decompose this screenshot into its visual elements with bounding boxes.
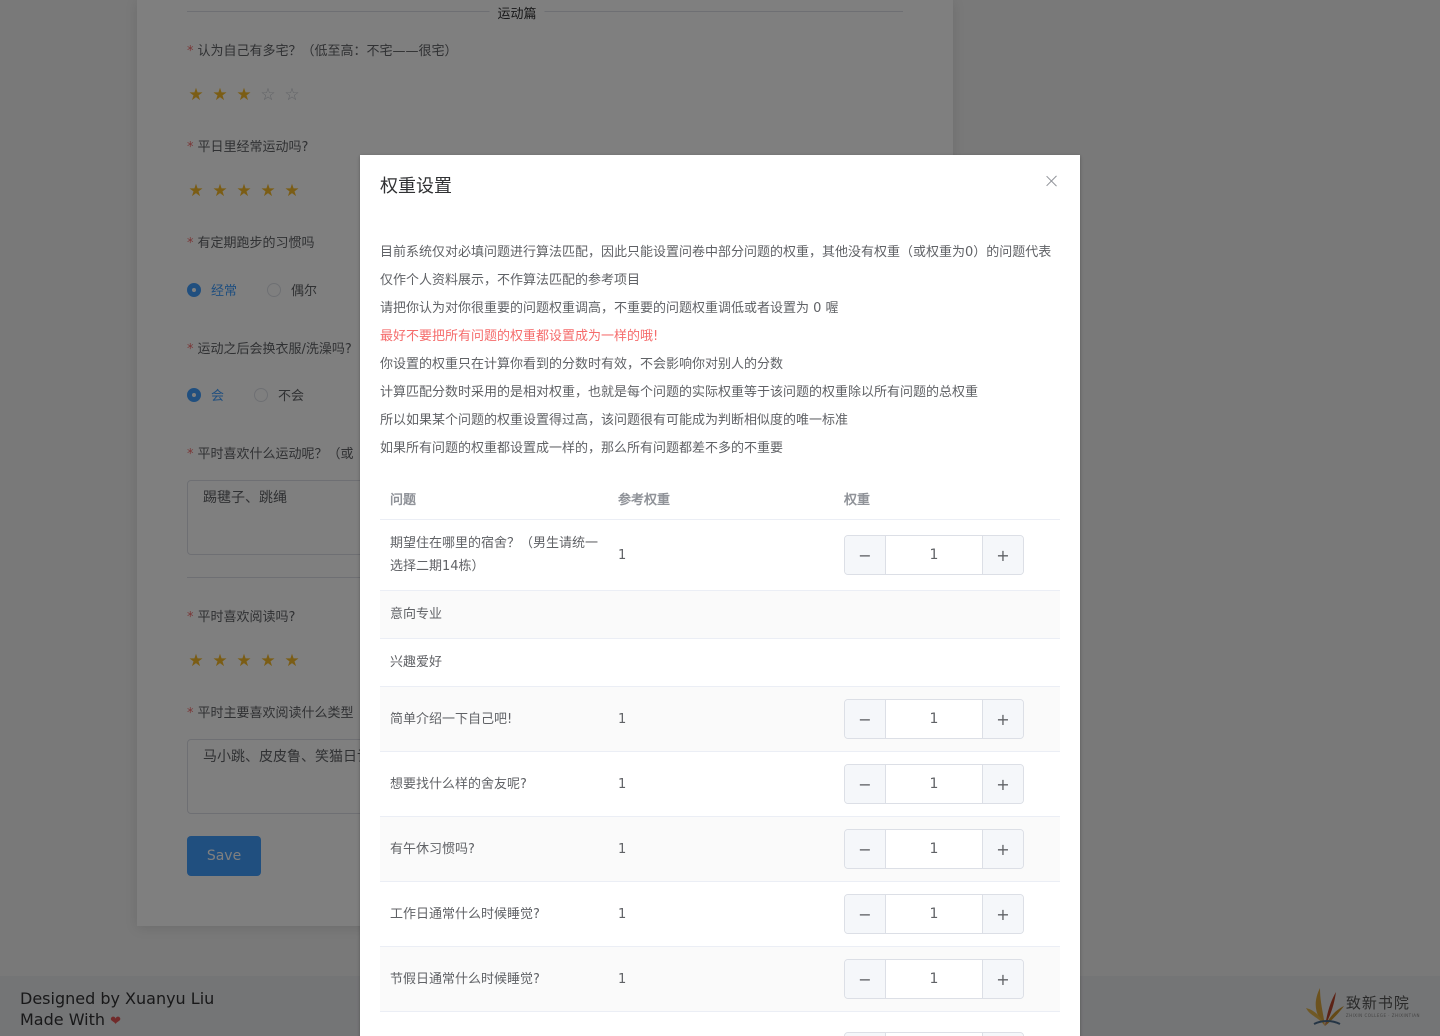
table-row: 简单介绍一下自己吧! 1−1 + [380, 687, 1060, 752]
row-ref-weight: 1 [618, 906, 627, 922]
table-row: 工作日通常什么时候睡觉? 1−1 + [380, 882, 1060, 947]
table-row: 想要找什么样的舍友呢? 1−1 + [380, 752, 1060, 817]
weight-stepper[interactable]: −1 + [844, 535, 1024, 575]
weight-table: 问题 参考权重 权重 期望住在哪里的宿舍？（男生请统一选择二期14栋） 1−1 + 意… [380, 477, 1060, 1036]
increase-button[interactable]: + [982, 830, 1023, 868]
intro-line: 计算匹配分数时采用的是相对权重，也就是每个问题的实际权重等于该问题的权重除以所有… [380, 385, 979, 400]
increase-button[interactable]: + [982, 960, 1023, 998]
row-ref-weight: 1 [618, 776, 627, 792]
decrease-button[interactable]: − [845, 700, 886, 738]
row-ref-weight: 1 [618, 971, 627, 987]
header-ref-weight: 参考权重 [618, 492, 671, 508]
weight-input[interactable] [886, 1033, 982, 1036]
weight-input[interactable]: 1 [886, 830, 982, 868]
intro-line: 如果所有问题的权重都设置成一样的，那么所有问题都差不多的不重要 [380, 441, 784, 456]
intro-line: 所以如果某个问题的权重设置得过高，该问题很有可能成为判断相似度的唯一标准 [380, 413, 849, 428]
decrease-button[interactable]: − [845, 895, 886, 933]
intro-line: 请把你认为对你很重要的问题权重调高，不重要的问题权重调低或者设置为 0 喔 [380, 301, 839, 316]
table-row: 意向专业 [380, 591, 1060, 639]
weight-stepper[interactable]: −1 + [844, 829, 1024, 869]
row-question: 简单介绍一下自己吧! [390, 711, 513, 727]
increase-button[interactable]: + [982, 536, 1023, 574]
increase-button[interactable]: + [982, 765, 1023, 803]
row-question: 节假日通常什么时候睡觉? [390, 971, 540, 987]
weight-stepper[interactable]: −+ [844, 1031, 1024, 1036]
table-body: 期望住在哪里的宿舍？（男生请统一选择二期14栋） 1−1 + 意向专业 兴趣爱好 简单介绍… [380, 520, 1060, 1036]
table-row: 节假日通常什么时候睡觉? 1−1 + [380, 947, 1060, 1012]
decrease-button[interactable]: − [845, 830, 886, 868]
row-ref-weight: 1 [618, 547, 627, 563]
row-question: 有午休习惯吗? [390, 841, 475, 857]
table-row: 期望住在哪里的宿舍？（男生请统一选择二期14栋） 1−1 + [380, 520, 1060, 591]
intro-line: 你设置的权重只在计算你看到的分数时有效，不会影响你对别人的分数 [380, 357, 784, 372]
row-weight-cell: −1 + [844, 894, 1060, 934]
weight-input[interactable]: 1 [886, 536, 982, 574]
weight-stepper[interactable]: −1 + [844, 894, 1024, 934]
row-ref-weight: 1 [618, 841, 627, 857]
decrease-button[interactable]: − [845, 1032, 886, 1036]
row-question: 意向专业 [390, 607, 443, 622]
weight-input[interactable]: 1 [886, 700, 982, 738]
table-row: −+ [380, 1012, 1060, 1036]
intro-warning: 最好不要把所有问题的权重都设置成为一样的哦! [380, 329, 659, 344]
increase-button[interactable]: + [982, 1032, 1023, 1036]
table-row: 兴趣爱好 [380, 639, 1060, 687]
row-weight-cell: −1 + [844, 535, 1060, 575]
row-question: 想要找什么样的舍友呢? [390, 776, 527, 792]
decrease-button[interactable]: − [845, 960, 886, 998]
decrease-button[interactable]: − [845, 765, 886, 803]
row-question: 期望住在哪里的宿舍？（男生请统一选择二期14栋） [390, 536, 599, 574]
decrease-button[interactable]: − [845, 536, 886, 574]
row-weight-cell: −+ [844, 1012, 1060, 1036]
row-weight-cell: −1 + [844, 764, 1060, 804]
dialog-title: 权重设置 [380, 176, 452, 197]
weight-input[interactable]: 1 [886, 960, 982, 998]
header-question: 问题 [390, 492, 417, 508]
row-weight-cell: −1 + [844, 959, 1060, 999]
intro-line: 目前系统仅对必填问题进行算法匹配，因此只能设置问卷中部分问题的权重，其他没有权重… [380, 245, 1052, 288]
row-weight-cell: −1 + [844, 829, 1060, 869]
increase-button[interactable]: + [982, 700, 1023, 738]
header-weight: 权重 [844, 492, 871, 508]
weight-stepper[interactable]: −1 + [844, 699, 1024, 739]
increase-button[interactable]: + [982, 895, 1023, 933]
row-weight-cell: −1 + [844, 699, 1060, 739]
dialog-intro: 目前系统仅对必填问题进行算法匹配，因此只能设置问卷中部分问题的权重，其他没有权重… [380, 239, 1060, 463]
row-question: 兴趣爱好 [390, 655, 443, 670]
weight-settings-dialog: 权重设置 目前系统仅对必填问题进行算法匹配，因此只能设置问卷中部分问题的权重，其… [360, 155, 1080, 1036]
row-question: 工作日通常什么时候睡觉? [390, 906, 540, 922]
close-icon[interactable] [1044, 173, 1060, 189]
weight-input[interactable]: 1 [886, 765, 982, 803]
table-header: 问题 参考权重 权重 [380, 477, 1060, 520]
weight-stepper[interactable]: −1 + [844, 959, 1024, 999]
row-ref-weight: 1 [618, 711, 627, 727]
weight-stepper[interactable]: −1 + [844, 764, 1024, 804]
table-row: 有午休习惯吗? 1−1 + [380, 817, 1060, 882]
weight-input[interactable]: 1 [886, 895, 982, 933]
